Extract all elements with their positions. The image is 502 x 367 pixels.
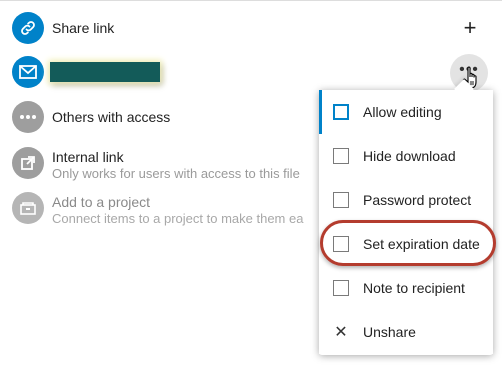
- menu-item-note-to-recipient[interactable]: Note to recipient: [319, 266, 493, 310]
- set-expiration-date-label: Set expiration date: [363, 236, 480, 252]
- note-to-recipient-checkbox[interactable]: [333, 280, 349, 296]
- menu-item-password-protect[interactable]: Password protect: [319, 178, 493, 222]
- add-to-project-description: Connect items to a project to make them …: [52, 211, 304, 226]
- internal-link-label: Internal link: [52, 149, 124, 165]
- add-share-link-button[interactable]: +: [460, 17, 480, 39]
- password-protect-checkbox[interactable]: [333, 192, 349, 208]
- mail-icon: [12, 56, 44, 88]
- close-icon: ✕: [334, 324, 348, 341]
- set-expiration-date-checkbox[interactable]: [333, 236, 349, 252]
- note-to-recipient-label: Note to recipient: [363, 280, 465, 296]
- more-horizontal-icon: [12, 101, 44, 133]
- share-options-menu: Allow editing Hide download Password pro…: [319, 90, 493, 355]
- hide-download-label: Hide download: [363, 148, 456, 164]
- password-protect-label: Password protect: [363, 192, 472, 208]
- unshare-label: Unshare: [363, 324, 416, 340]
- menu-item-allow-editing[interactable]: Allow editing: [319, 90, 493, 134]
- internal-link-description: Only works for users with access to this…: [52, 166, 300, 181]
- others-with-access-row[interactable]: Others with access: [12, 101, 170, 141]
- external-link-icon: [12, 147, 44, 179]
- link-icon: [12, 12, 44, 44]
- internal-link-row[interactable]: Internal link Only works for users with …: [12, 147, 300, 187]
- menu-item-set-expiration-date[interactable]: Set expiration date: [319, 222, 493, 266]
- add-to-project-row[interactable]: Add to a project Connect items to a proj…: [12, 192, 303, 232]
- menu-item-unshare[interactable]: ✕ Unshare: [319, 310, 493, 354]
- hide-download-checkbox[interactable]: [333, 148, 349, 164]
- add-to-project-label: Add to a project: [52, 194, 151, 210]
- allow-editing-checkbox[interactable]: [333, 104, 349, 120]
- project-icon: [12, 192, 44, 224]
- share-link-row[interactable]: Share link: [12, 12, 114, 52]
- share-link-label: Share link: [52, 20, 115, 36]
- redacted-email: [50, 62, 160, 82]
- others-with-access-label: Others with access: [52, 109, 171, 125]
- email-share-row[interactable]: [12, 56, 44, 96]
- top-divider: [0, 0, 502, 4]
- allow-editing-label: Allow editing: [363, 104, 442, 120]
- menu-item-hide-download[interactable]: Hide download: [319, 134, 493, 178]
